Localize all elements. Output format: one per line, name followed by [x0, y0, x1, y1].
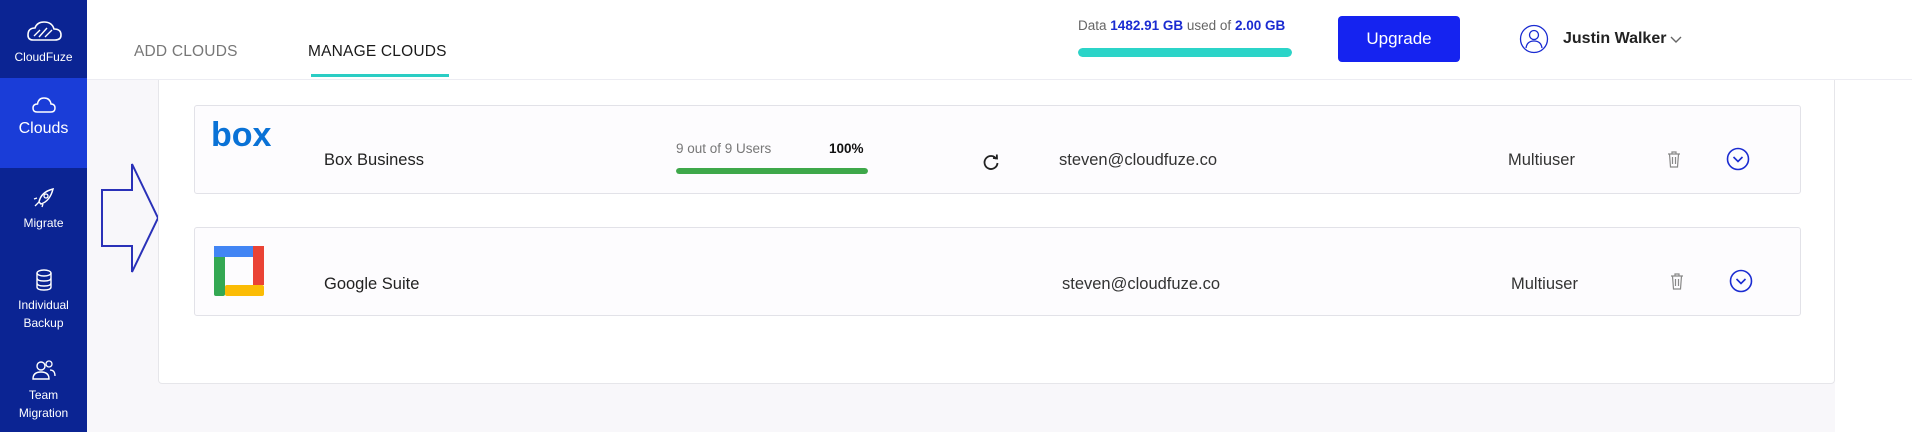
sidebar-item-label: Clouds	[18, 120, 69, 137]
tab-label: MANAGE CLOUDS	[308, 43, 447, 60]
sidebar-item-label: Individual Backup	[18, 298, 69, 330]
expand-chevron-icon[interactable]	[1729, 269, 1753, 293]
rocket-icon	[33, 187, 54, 208]
cloud-row: box Box Business 9 out of 9 Users 100% s…	[194, 105, 1801, 194]
cloud-row: Google Suite steven@cloudfuze.co Multius…	[194, 227, 1801, 316]
database-icon	[35, 269, 52, 291]
storage-usage-bar	[1078, 48, 1292, 57]
refresh-icon[interactable]	[981, 152, 1001, 172]
user-name: Justin Walker	[1563, 30, 1667, 47]
upgrade-button[interactable]: Upgrade	[1338, 16, 1460, 62]
sidebar-item-migrate[interactable]: Migrate	[0, 168, 87, 250]
brand-name: CloudFuze	[14, 50, 73, 64]
sidebar-item-team-migration[interactable]: Team Migration	[0, 340, 87, 432]
storage-usage-text: Data 1482.91 GB used of 2.00 GB	[1078, 18, 1285, 33]
right-gutter	[1835, 80, 1912, 432]
progress-percent: 100%	[829, 141, 864, 156]
cloud-icon	[31, 97, 56, 113]
trash-icon[interactable]	[1670, 272, 1684, 290]
usage-prefix: Data	[1078, 18, 1107, 33]
cloud-email: steven@cloudfuze.co	[1059, 151, 1218, 169]
user-menu[interactable]: Justin Walker	[1519, 24, 1682, 54]
tab-manage-clouds[interactable]: MANAGE CLOUDS	[308, 43, 449, 77]
usage-total: 2.00 GB	[1234, 18, 1286, 33]
usage-middle: used of	[1186, 18, 1232, 33]
storage-usage-fill	[1078, 48, 1292, 57]
user-progress-bar	[676, 168, 868, 174]
sidebar-item-label: Migrate	[23, 216, 64, 230]
chevron-down-icon	[1670, 36, 1682, 43]
cloud-type: Multiuser	[1508, 151, 1575, 169]
svg-text:box: box	[211, 120, 271, 150]
cloudfuze-logo[interactable]: CloudFuze	[0, 0, 87, 78]
user-count-text: 9 out of 9 Users	[676, 141, 772, 156]
expand-chevron-icon[interactable]	[1726, 147, 1750, 171]
sidebar-item-clouds[interactable]: Clouds	[0, 78, 87, 168]
usage-used: 1482.91 GB	[1110, 18, 1184, 33]
cloud-email: steven@cloudfuze.co	[1062, 275, 1221, 293]
box-logo: box	[211, 120, 271, 150]
cloud-name: Box Business	[324, 151, 424, 169]
user-avatar-icon	[1519, 24, 1549, 54]
team-icon	[31, 360, 56, 380]
user-progress-fill	[676, 168, 868, 174]
cloud-name: Google Suite	[324, 275, 420, 293]
cloud-type: Multiuser	[1511, 275, 1578, 293]
tab-label: ADD CLOUDS	[134, 43, 238, 60]
google-suite-logo	[214, 246, 264, 296]
trash-icon[interactable]	[1667, 150, 1681, 168]
active-tab-indicator	[311, 74, 449, 77]
right-arrow-icon	[101, 163, 160, 273]
cloudfuze-logo-icon	[26, 21, 62, 41]
tab-add-clouds[interactable]: ADD CLOUDS	[134, 43, 238, 61]
sidebar: CloudFuze Clouds Migrate Individual Back…	[0, 0, 87, 432]
sidebar-item-label: Team Migration	[18, 388, 69, 420]
header: ADD CLOUDS MANAGE CLOUDS Data 1482.91 GB…	[87, 0, 1912, 80]
sidebar-item-individual-backup[interactable]: Individual Backup	[0, 250, 87, 340]
manage-clouds-panel: box Box Business 9 out of 9 Users 100% s…	[158, 80, 1835, 384]
